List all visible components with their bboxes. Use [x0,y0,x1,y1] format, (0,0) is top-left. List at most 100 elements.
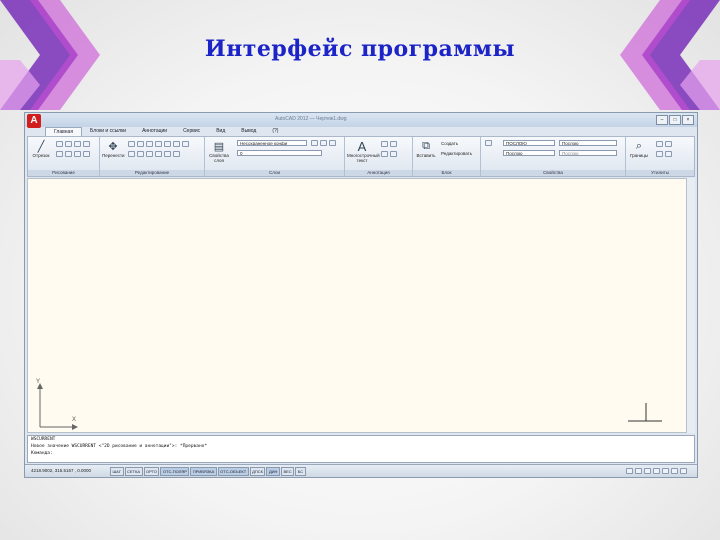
autocad-window: A AutoCAD 2012 — Чертеж1.dwg – □ × Главн… [24,112,698,478]
chamfer-icon[interactable] [164,151,171,157]
hatch-icon[interactable] [65,151,72,157]
array-icon[interactable] [146,151,153,157]
line-tool-button[interactable]: ╱ Отрезок [30,139,52,159]
trim-icon[interactable] [137,141,144,147]
lineweight-dropdown[interactable]: Послою [559,140,617,146]
stretch-icon[interactable] [128,151,135,157]
tab-help[interactable]: (?) [264,127,286,136]
vertical-scrollbar[interactable] [686,178,695,433]
erase-icon[interactable] [146,141,153,147]
quick-select-icon[interactable] [656,141,663,147]
otrack-toggle[interactable]: ОТС-ОБЪЕКТ [217,467,249,476]
clean-screen-icon[interactable] [680,468,687,474]
scale-icon[interactable] [137,151,144,157]
rectangle-icon[interactable] [56,151,63,157]
paste-icon[interactable] [665,151,672,157]
layers-icon: ▤ [213,140,225,153]
match-properties-icon[interactable] [485,140,492,146]
layer-match-icon[interactable] [311,140,318,146]
snap-toggle[interactable]: ШАГ [110,467,124,476]
tab-output[interactable]: Вывод [233,127,264,136]
command-history-line: Новое значение WSCURRENT <"2D рисование … [31,444,208,449]
spline-icon[interactable] [83,151,90,157]
polygon-icon[interactable] [83,141,90,147]
rotate-icon[interactable] [128,141,135,147]
text-icon: A [357,138,367,154]
panel-draw: ╱ Отрезок Рисование [28,137,100,176]
ducs-toggle[interactable]: ДПСК [249,467,266,476]
arc-icon[interactable] [74,141,81,147]
draw-tools-row-1 [56,141,90,147]
osnap-toggle[interactable]: ПРИВЯЗКА [190,467,217,476]
panel-annotation-label: Аннотация [345,170,412,176]
layer-previous-icon[interactable] [320,140,327,146]
slide-title: Интерфейс программы [204,36,516,62]
plotstyle-dropdown[interactable]: Послою [559,150,617,156]
workspace-icon[interactable] [662,468,669,474]
extents-button[interactable]: ⌕ Границы [628,139,650,159]
calculator-icon[interactable] [665,141,672,147]
panel-modify: ✥ Перенести Редактирование [100,137,205,176]
polyline-icon[interactable] [56,141,63,147]
minimize-button[interactable]: – [656,115,668,125]
table-icon[interactable] [381,151,388,157]
tab-blocks[interactable]: Блоки и ссылки [82,127,134,136]
lock-icon[interactable] [671,468,678,474]
command-prompt[interactable]: Команда: [28,450,694,457]
mirror-icon[interactable] [164,141,171,147]
copy-icon[interactable] [155,141,162,147]
insert-block-button[interactable]: ⧉ Вставить [415,139,437,159]
markup-icon[interactable] [390,151,397,157]
dimension-icon[interactable] [381,141,388,147]
zoom-icon[interactable] [653,468,660,474]
color-dropdown[interactable]: ПОСЛОЮ [503,140,555,146]
maximize-button[interactable]: □ [669,115,681,125]
lineweight-toggle[interactable]: ВЕС [280,467,295,476]
edit-block-button[interactable]: Редактировать [441,151,472,156]
mtext-button[interactable]: A Многострочный текст [347,138,380,164]
fillet-icon[interactable] [173,141,180,147]
measure-icon: ⌕ [635,139,643,152]
close-button[interactable]: × [682,115,694,125]
title-bar: A AutoCAD 2012 — Чертеж1.dwg – □ × [25,113,697,128]
panel-properties: ПОСЛОЮ Послою Послою Послою Свойства [481,137,626,176]
tab-view[interactable]: Вид [208,127,233,136]
tab-home[interactable]: Главная [45,127,83,136]
grid-toggle[interactable]: СЕТКА [124,467,143,476]
layer-properties-button[interactable]: ▤ Свойства слоя [207,139,231,164]
linetype-dropdown[interactable]: Послою [503,150,555,156]
layer-isolate-icon[interactable] [329,140,336,146]
drafting-toggles: ШАГ СЕТКА ОРТО ОТС-ПОЛЯР ПРИВЯЗКА ОТС-ОБ… [110,467,307,476]
ucs-icon [37,383,78,430]
layout-icon[interactable] [635,468,642,474]
panel-block: ⧉ Вставить Создать Редактировать Блок [413,137,481,176]
model-icon[interactable] [626,468,633,474]
app-menu-button[interactable]: A [27,114,41,128]
panel-annotation: A Многострочный текст Аннотация [345,137,413,176]
pan-icon[interactable] [644,468,651,474]
quick-properties-toggle[interactable]: БС [295,467,306,476]
panel-block-label: Блок [413,170,480,176]
coordinates-readout: 4218.9002, 315.5167 , 0.0000 [31,468,92,473]
leader-icon[interactable] [390,141,397,147]
ellipse-icon[interactable] [74,151,81,157]
id-point-icon[interactable] [656,151,663,157]
offset-icon[interactable] [155,151,162,157]
panel-layers: ▤ Свойства слоя Несохраненное конфи 0 Сл… [205,137,345,176]
layer-state-dropdown[interactable]: Несохраненное конфи [237,140,307,146]
command-history-line: WSCURRENT [31,437,56,442]
layer-dropdown[interactable]: 0 [237,150,322,156]
circle-icon[interactable] [65,141,72,147]
ortho-toggle[interactable]: ОРТО [143,467,160,476]
mtext-label: Многострочный текст [347,153,380,163]
create-block-button[interactable]: Создать [441,141,458,146]
break-icon[interactable] [173,151,180,157]
drawing-area[interactable]: Y X [27,178,687,433]
dyn-toggle[interactable]: ДИН [266,467,280,476]
explode-icon[interactable] [182,141,189,147]
command-line[interactable]: WSCURRENT Новое значение WSCURRENT <"2D … [27,435,695,463]
tab-tools[interactable]: Сервис [175,127,208,136]
move-tool-button[interactable]: ✥ Перенести [102,139,125,159]
polar-toggle[interactable]: ОТС-ПОЛЯР [160,467,190,476]
tab-annotate[interactable]: Аннотации [134,127,175,136]
